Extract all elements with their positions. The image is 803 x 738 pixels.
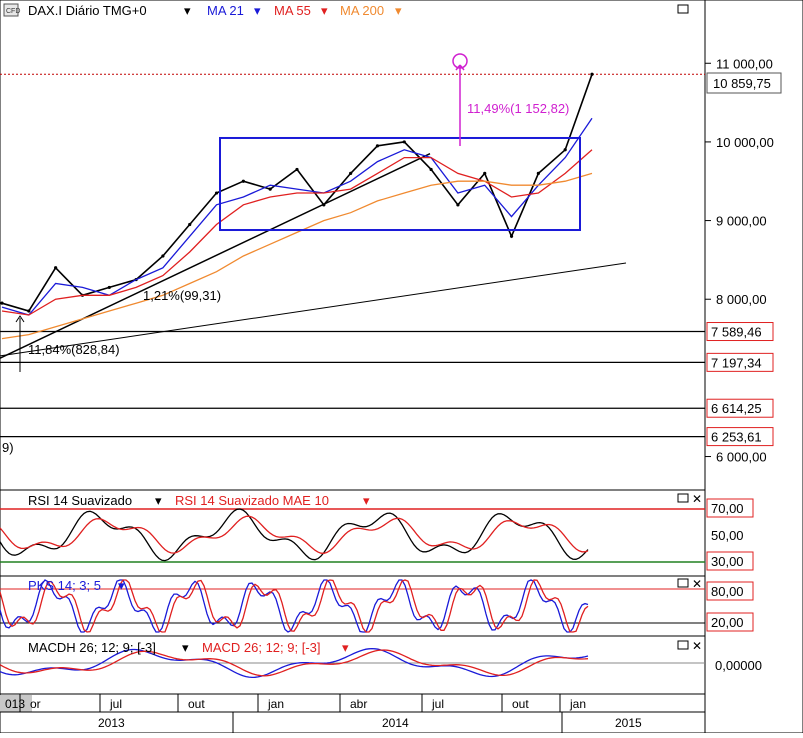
pks-level-20: 20,00	[711, 615, 744, 630]
series-point	[456, 203, 460, 207]
series-point	[54, 266, 58, 270]
macd-level-labels: 0,00000	[715, 658, 762, 673]
series-point	[563, 148, 567, 152]
pks-close-icon[interactable]: ✕	[692, 577, 702, 591]
annotation-gain-mid: 1,21%(99,31)	[143, 288, 221, 303]
macd-dropdown-icon[interactable]: ▾	[342, 640, 349, 655]
rsi-level-50: 50,00	[711, 528, 744, 543]
chart-window: CFD DAX.I Diário TMG+0 ▾ MA 21 ▾ MA 55 ▾…	[0, 0, 803, 734]
month-label: jul	[431, 697, 444, 711]
series-point	[268, 187, 272, 191]
series-point	[27, 309, 31, 313]
price-tick-label: 11 000,00	[716, 56, 773, 71]
rsi-label[interactable]: RSI 14 Suavizado	[28, 493, 132, 508]
level-label: 7 589,46	[711, 325, 762, 340]
rsi-level-30: 30,00	[711, 554, 744, 569]
ma55-dropdown-icon[interactable]: ▾	[321, 3, 328, 18]
series-point	[214, 191, 219, 195]
month-label: out	[188, 697, 205, 711]
series-point	[375, 144, 380, 148]
series-point	[107, 285, 111, 290]
series-point	[0, 301, 4, 305]
instrument-dropdown-icon[interactable]: ▾	[184, 3, 191, 18]
month-label: 013	[5, 697, 25, 711]
price-tick-label: 8 000,00	[716, 292, 767, 307]
price-tick-label: 6 000,00	[716, 450, 767, 465]
price-tick-label: 9 000,00	[716, 214, 767, 229]
month-label: or	[30, 697, 41, 711]
rsi-ma-dropdown-icon[interactable]: ▾	[363, 493, 370, 508]
maximize-icon[interactable]	[677, 4, 689, 14]
pks-panel	[0, 575, 706, 637]
series-point	[483, 171, 487, 175]
macd-close-icon[interactable]: ✕	[692, 639, 702, 653]
month-label: jan	[267, 697, 284, 711]
level-label: 6 253,61	[711, 430, 762, 445]
series-point	[295, 167, 299, 172]
chart-svg: CFD DAX.I Diário TMG+0 ▾ MA 21 ▾ MA 55 ▾…	[0, 0, 803, 734]
series-point	[161, 254, 165, 258]
pks-level-80: 80,00	[711, 584, 744, 599]
ma21-dropdown-icon[interactable]: ▾	[254, 3, 261, 18]
instrument-title[interactable]: DAX.I Diário TMG+0	[28, 3, 147, 18]
month-label: jan	[569, 697, 586, 711]
series-point	[402, 140, 406, 144]
series-point	[322, 203, 326, 207]
month-label: abr	[350, 697, 367, 711]
month-label: out	[512, 697, 529, 711]
macd-level-0: 0,00000	[715, 658, 762, 673]
series-point	[349, 171, 353, 175]
series-point	[590, 72, 594, 76]
price-tick-label: 10 000,00	[716, 135, 774, 150]
level-label: 6 614,25	[711, 401, 762, 416]
annotation-gain-low: 11,84%(828,84)	[28, 342, 120, 357]
macdh-label[interactable]: MACDH 26; 12; 9; [-3]	[28, 640, 156, 655]
ma21-label[interactable]: MA 21	[207, 3, 244, 18]
main-panel	[0, 0, 706, 491]
level-label: 7 197,34	[711, 355, 762, 370]
month-label: jul	[109, 697, 122, 711]
year-label: 2013	[98, 716, 125, 730]
year-label: 2015	[615, 716, 642, 730]
macd-maximize-icon[interactable]	[677, 640, 689, 650]
ma200-dropdown-icon[interactable]: ▾	[395, 3, 402, 18]
pks-dropdown-icon[interactable]: ▾	[118, 578, 125, 593]
ma200-label[interactable]: MA 200	[340, 3, 384, 18]
series-point	[536, 171, 540, 175]
instrument-icon-glyph: CFD	[6, 8, 20, 15]
ma55-label[interactable]: MA 55	[274, 3, 311, 18]
current-price-label: 10 859,75	[713, 76, 771, 91]
rsi-dropdown-icon[interactable]: ▾	[155, 493, 162, 508]
series-point	[429, 167, 433, 172]
series-point	[509, 234, 514, 238]
series-point	[241, 179, 245, 183]
macd-label[interactable]: MACD 26; 12; 9; [-3]	[202, 640, 321, 655]
annotation-gain-top: 11,49%(1 152,82)	[467, 101, 569, 116]
pks-label[interactable]: PKS 14; 3; 5	[28, 578, 101, 593]
rsi-ma-label[interactable]: RSI 14 Suavizado MAE 10	[175, 493, 329, 508]
current-price-tag: 10 859,75	[706, 72, 782, 94]
year-label: 2014	[382, 716, 409, 730]
series-point	[188, 222, 192, 227]
rsi-close-icon[interactable]: ✕	[692, 492, 702, 506]
rsi-maximize-icon[interactable]	[677, 493, 689, 503]
pks-maximize-icon[interactable]	[677, 578, 689, 588]
annotation-partial: 9)	[2, 440, 14, 455]
macdh-dropdown-icon[interactable]: ▾	[182, 640, 189, 655]
rsi-level-70: 70,00	[711, 501, 744, 516]
